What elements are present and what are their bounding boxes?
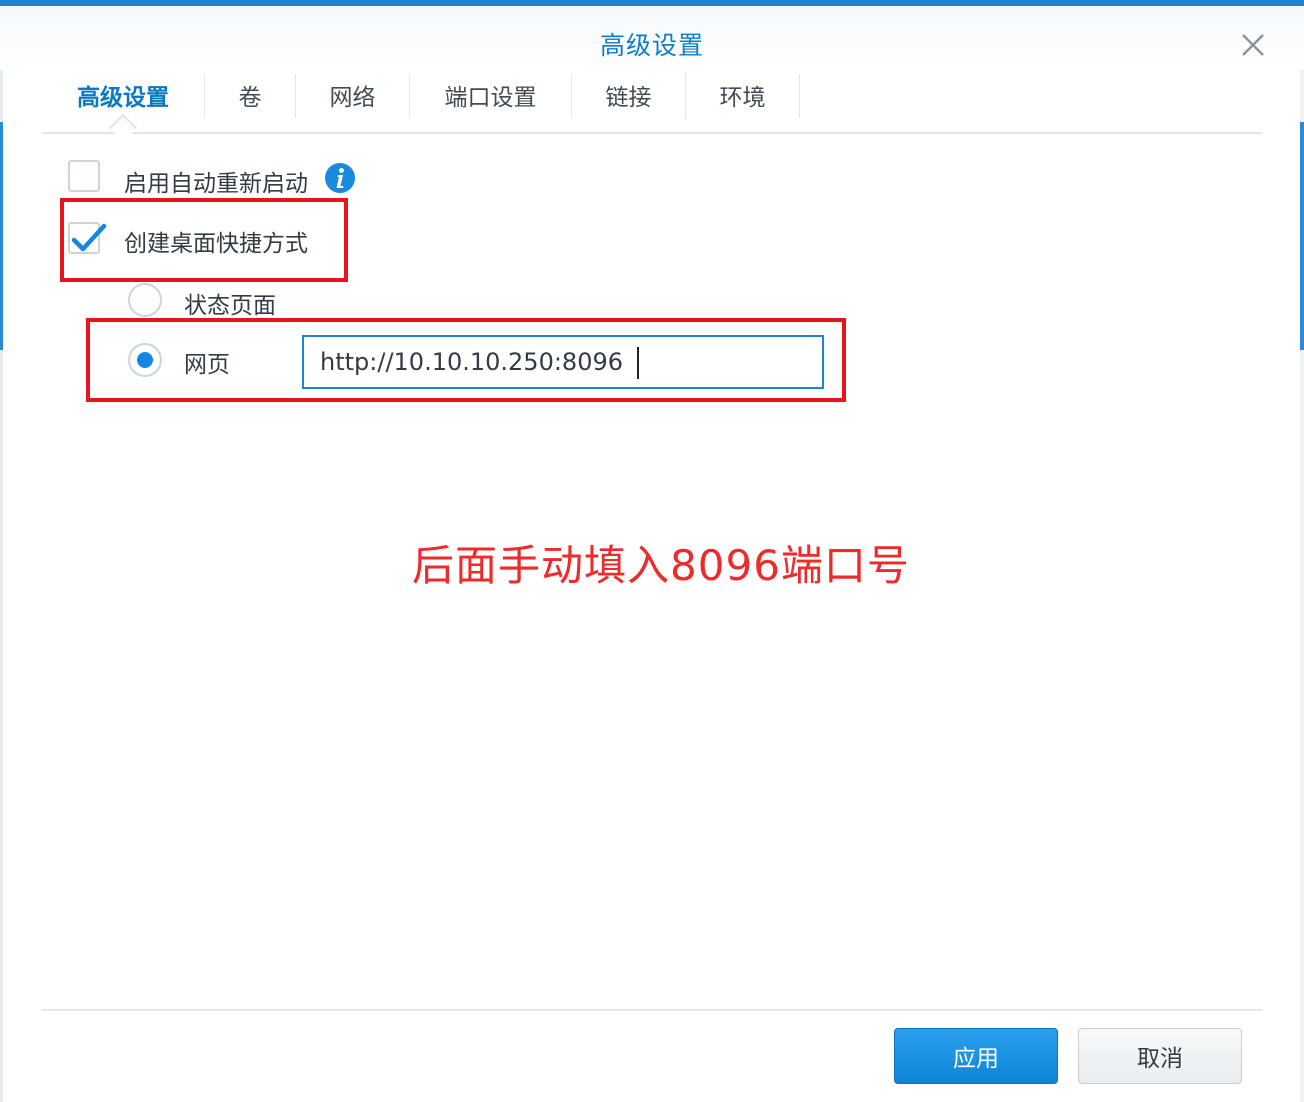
tab-links[interactable]: 链接: [572, 70, 685, 120]
dialog-title: 高级设置: [599, 31, 704, 60]
advanced-settings-dialog: 高级设置 高级设置 卷 网络 端口设置 链接 环境 启用自动重新启动 创建桌面快…: [0, 0, 1304, 1102]
annotation-box-url: [86, 318, 846, 402]
annotation-box-shortcut: [60, 198, 348, 282]
tab-environment[interactable]: 环境: [686, 70, 799, 120]
close-icon[interactable]: [1238, 30, 1268, 60]
tab-bar: 高级设置 卷 网络 端口设置 链接 环境: [42, 70, 1262, 134]
auto-restart-checkbox[interactable]: [68, 160, 100, 192]
tab-port-settings[interactable]: 端口设置: [410, 70, 571, 120]
tab-volume[interactable]: 卷: [205, 70, 295, 120]
status-page-label: 状态页面: [184, 293, 276, 319]
status-page-radio[interactable]: [128, 283, 162, 317]
cancel-button[interactable]: 取消: [1078, 1028, 1242, 1084]
tab-advanced-settings[interactable]: 高级设置: [42, 70, 204, 120]
info-icon[interactable]: [324, 162, 356, 194]
footer-divider: [42, 1009, 1262, 1011]
auto-restart-label: 启用自动重新启动: [124, 171, 308, 197]
annotation-text: 后面手动填入8096端口号: [412, 541, 910, 590]
tab-network[interactable]: 网络: [296, 70, 409, 120]
apply-button[interactable]: 应用: [894, 1028, 1058, 1084]
dialog-header: 高级设置: [0, 6, 1304, 70]
